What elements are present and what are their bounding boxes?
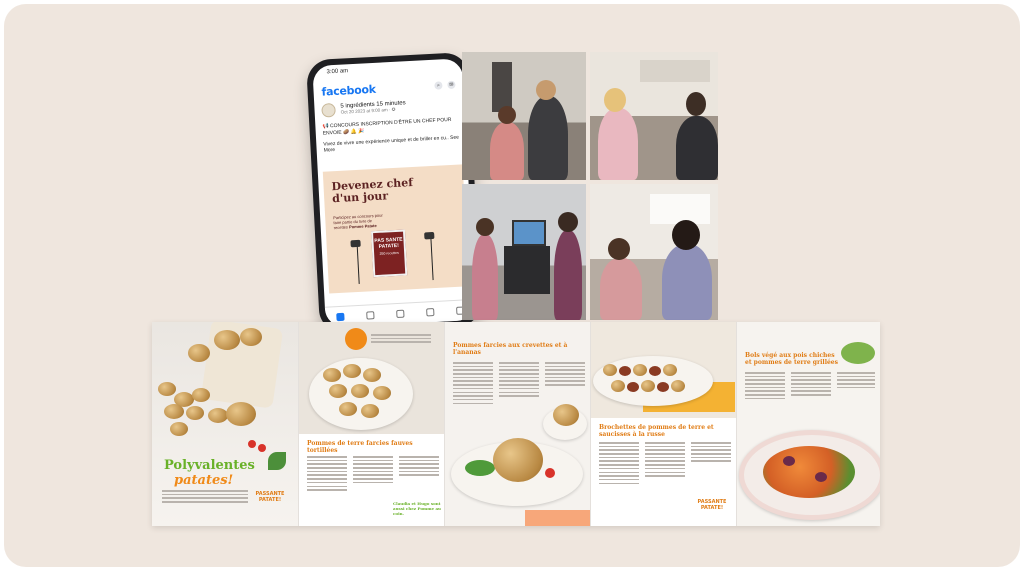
messenger-icon[interactable]: ✉ bbox=[447, 80, 456, 90]
magazine-page-3: Pommes farcies aux crevettes et à l'anan… bbox=[444, 322, 591, 526]
photo-studio-3 bbox=[462, 184, 586, 320]
recipe-badge-4: PASSANTE PATATE! bbox=[697, 499, 727, 511]
studio-light-left bbox=[350, 239, 361, 248]
recipe-title-2: Pommes de terre farcies fauves tortillée… bbox=[307, 440, 413, 455]
magazine-spread: Polyvalentes patates! PASSANTE PATATE! P… bbox=[152, 322, 880, 526]
cover-badge: PASSANTE PATATE! bbox=[255, 491, 285, 503]
cover-title: Polyvalentes bbox=[164, 458, 255, 473]
home-icon[interactable] bbox=[336, 312, 345, 322]
phone-screen: 3:00 am facebook ⌕ ✉ 5 ingrédients 15 mi… bbox=[312, 58, 476, 328]
ad-subtitle: Participez au concours pour faire partie… bbox=[333, 213, 384, 231]
studio-light-right bbox=[424, 231, 435, 240]
facebook-logo[interactable]: facebook bbox=[321, 82, 376, 98]
video-icon[interactable] bbox=[396, 309, 405, 319]
orange-dot bbox=[345, 328, 367, 350]
cookbook: PAS SANTE PATATE! 250 recettes bbox=[370, 229, 408, 278]
ad-brand: Pomme Patate bbox=[348, 223, 377, 230]
search-icon[interactable]: ⌕ bbox=[434, 81, 443, 90]
magazine-page-4: Brochettes de pommes de terre et sauciss… bbox=[590, 322, 737, 526]
background-canvas: 3:00 am facebook ⌕ ✉ 5 ingrédients 15 mi… bbox=[4, 4, 1020, 567]
cookbook-title: PAS SANTE PATATE! bbox=[374, 236, 403, 250]
studio-light-stand-left bbox=[356, 243, 360, 284]
cover-subtitle: patates! bbox=[174, 473, 234, 488]
recipe-title-3: Pommes farcies aux crevettes et à l'anan… bbox=[453, 342, 568, 357]
magazine-page-cover: Polyvalentes patates! PASSANTE PATATE! bbox=[152, 322, 298, 526]
photo-kitchen-1 bbox=[462, 52, 586, 180]
magazine-page-5: Bols végé aux pois chiches et pommes de … bbox=[736, 322, 880, 526]
cover-intro-text bbox=[162, 490, 248, 505]
studio-light-stand-right bbox=[430, 236, 434, 281]
recipe-tagline-2: Claudia et Hugo sont aussi chez Pomme au… bbox=[393, 501, 441, 516]
phone-mockup: 3:00 am facebook ⌕ ✉ 5 ingrédients 15 mi… bbox=[305, 51, 483, 335]
recipe-title-4: Brochettes de pommes de terre et sauciss… bbox=[599, 424, 714, 439]
ad-title: Devenez chef d'un jour bbox=[331, 176, 414, 205]
friends-icon[interactable] bbox=[366, 311, 375, 320]
notifications-icon[interactable] bbox=[426, 308, 435, 317]
photo-kitchen-4 bbox=[590, 184, 718, 320]
avatar[interactable] bbox=[321, 102, 336, 118]
magazine-page-2: Pommes de terre farcies fauves tortillée… bbox=[298, 322, 445, 526]
photo-kitchen-2 bbox=[590, 52, 718, 180]
cookbook-subtitle: 250 recettes bbox=[379, 250, 399, 256]
contest-ad-image[interactable]: Devenez chef d'un jour Participez au con… bbox=[322, 164, 469, 294]
recipe-title-5: Bols végé aux pois chiches et pommes de … bbox=[745, 352, 838, 367]
